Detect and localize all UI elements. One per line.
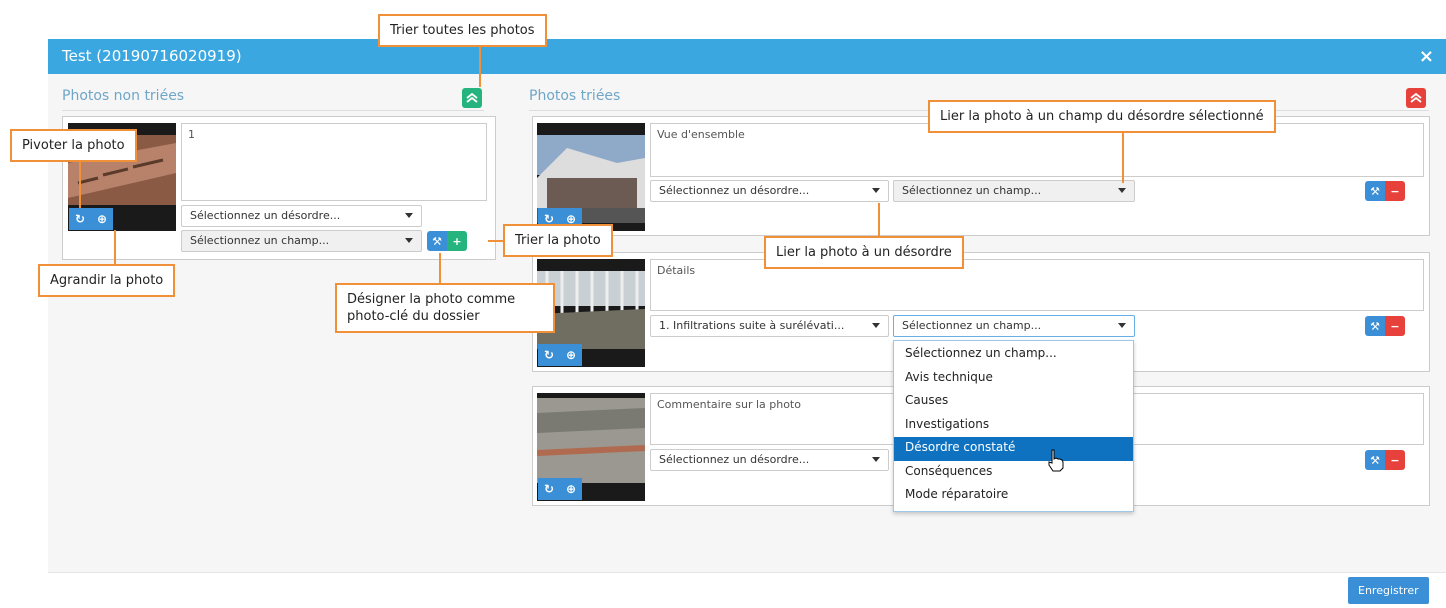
key-icon[interactable]: ⚒ — [1365, 316, 1385, 336]
dropdown-option[interactable]: Conséquences — [894, 461, 1133, 485]
dropdown-option[interactable]: Causes — [894, 390, 1133, 414]
dropdown-option[interactable]: Mode réparatoire — [894, 484, 1133, 508]
remove-icon[interactable]: − — [1385, 450, 1405, 470]
chevron-down-icon — [1118, 323, 1126, 328]
unsort-all-icon — [1410, 92, 1422, 103]
callout-line — [1122, 133, 1124, 183]
rotate-icon[interactable]: ↻ — [538, 478, 560, 500]
dialog-footer — [48, 572, 1446, 608]
dialog-header: Test (20190716020919) × — [48, 39, 1446, 74]
callout-rotate: Pivoter la photo — [10, 129, 137, 162]
zoom-icon[interactable]: ⊕ — [560, 478, 582, 500]
callout-line — [878, 203, 880, 236]
unsorted-section-title: Photos non triées — [62, 88, 185, 104]
dropdown-option[interactable]: Investigations — [894, 414, 1133, 438]
chevron-down-icon — [872, 188, 880, 193]
chevron-down-icon — [1118, 188, 1126, 193]
callout-line — [79, 162, 81, 208]
remove-icon[interactable]: − — [1385, 181, 1405, 201]
callout-line — [488, 240, 504, 242]
dropdown-option-highlighted[interactable]: Désordre constaté — [894, 437, 1133, 461]
dialog-title: Test (20190716020919) — [62, 47, 242, 65]
sorted-disorder-select[interactable]: Sélectionnez un désordre... — [650, 180, 889, 202]
chevron-down-icon — [872, 323, 880, 328]
sorted-action-buttons: ⚒ − — [1365, 316, 1405, 336]
save-button[interactable]: Enregistrer — [1348, 577, 1429, 604]
callout-sort-photo: Trier la photo — [503, 224, 613, 257]
callout-line — [114, 230, 116, 264]
sorted-thumb-buttons: ↻ ⊕ — [538, 344, 582, 366]
callout-link-disorder: Lier la photo à un désordre — [764, 236, 964, 269]
close-icon[interactable]: × — [1419, 46, 1434, 67]
sorted-thumb-buttons: ↻ ⊕ — [538, 478, 582, 500]
dropdown-option[interactable]: Avis technique — [894, 367, 1133, 391]
sorted-action-buttons: ⚒ − — [1365, 181, 1405, 201]
sorted-disorder-select[interactable]: 1. Infiltrations suite à surélévati... — [650, 315, 889, 337]
chevron-down-icon — [872, 457, 880, 462]
unsorted-thumb-buttons: ↻ ⊕ — [69, 208, 113, 230]
sorted-disorder-select[interactable]: Sélectionnez un désordre... — [650, 449, 889, 471]
unsorted-field-select-value: Sélectionnez un champ... — [190, 234, 330, 247]
sorted-disorder-select-value: Sélectionnez un désordre... — [659, 184, 810, 197]
key-icon[interactable]: ⚒ — [427, 231, 447, 251]
sorted-field-select-value: Sélectionnez un champ... — [902, 319, 1042, 332]
dropdown-option[interactable]: Sélectionnez un champ... — [894, 343, 1133, 367]
rotate-icon[interactable]: ↻ — [538, 344, 560, 366]
chevron-down-icon — [405, 238, 413, 243]
callout-link-field: Lier la photo à un champ du désordre sél… — [928, 100, 1276, 133]
sorted-action-buttons: ⚒ − — [1365, 450, 1405, 470]
sorted-field-select-open[interactable]: Sélectionnez un champ... — [893, 315, 1135, 337]
sorted-field-select[interactable]: Sélectionnez un champ... — [893, 180, 1135, 202]
unsorted-action-buttons: ⚒ + — [427, 231, 467, 251]
unsorted-disorder-select-value: Sélectionnez un désordre... — [190, 209, 341, 222]
sort-photo-icon[interactable]: + — [447, 231, 467, 251]
callout-line — [439, 253, 441, 283]
field-dropdown: Sélectionnez un champ... Avis technique … — [893, 340, 1134, 512]
zoom-icon[interactable]: ⊕ — [91, 208, 113, 230]
key-icon[interactable]: ⚒ — [1365, 450, 1385, 470]
callout-zoom: Agrandir la photo — [38, 264, 176, 297]
sorted-field-select-value: Sélectionnez un champ... — [902, 184, 1042, 197]
sort-all-icon — [466, 92, 478, 103]
callout-line — [479, 47, 481, 87]
callout-sort-all: Trier toutes les photos — [378, 14, 547, 47]
sort-all-button[interactable] — [462, 88, 482, 108]
zoom-icon[interactable]: ⊕ — [560, 344, 582, 366]
chevron-down-icon — [405, 213, 413, 218]
callout-key-photo: Désigner la photo comme photo-clé du dos… — [335, 283, 555, 333]
sorted-section-title: Photos triées — [529, 88, 621, 104]
hand-cursor-icon — [1048, 449, 1064, 472]
unsorted-comment-field[interactable]: 1 — [181, 123, 487, 201]
key-icon[interactable]: ⚒ — [1365, 181, 1385, 201]
unsorted-disorder-select[interactable]: Sélectionnez un désordre... — [181, 205, 422, 227]
sorted-disorder-select-value: Sélectionnez un désordre... — [659, 453, 810, 466]
rotate-icon[interactable]: ↻ — [69, 208, 91, 230]
unsort-all-button[interactable] — [1406, 88, 1426, 108]
unsorted-field-select[interactable]: Sélectionnez un champ... — [181, 230, 422, 252]
unsorted-title-rule — [62, 110, 484, 111]
remove-icon[interactable]: − — [1385, 316, 1405, 336]
sorted-disorder-select-value: 1. Infiltrations suite à surélévati... — [659, 319, 845, 332]
